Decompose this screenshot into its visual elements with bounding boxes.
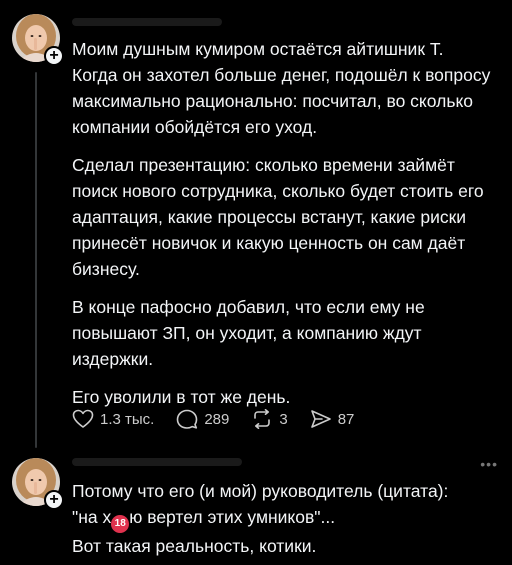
author-header <box>72 458 242 466</box>
repost-button[interactable]: 3 <box>251 409 288 429</box>
post-paragraph: Моим душным кумиром остаётся айтишник Т.… <box>72 39 491 137</box>
share-button[interactable]: 87 <box>310 409 355 429</box>
heart-icon <box>72 409 94 428</box>
follow-plus-icon[interactable]: + <box>44 46 64 66</box>
thread-line <box>35 72 37 448</box>
comment-icon <box>177 409 198 429</box>
post: + Моим душным кумиром остаётся айтишник … <box>0 0 512 456</box>
comment-count: 289 <box>204 410 230 428</box>
repost-count: 3 <box>279 410 288 428</box>
like-count: 1.3 тыс. <box>100 410 155 428</box>
post-line: "на х 18 ю вертел этих умников"... <box>72 504 500 533</box>
line-text: ю вертел этих умников"... <box>129 507 336 527</box>
more-icon[interactable]: ••• <box>480 456 498 472</box>
follow-plus-icon[interactable]: + <box>44 490 64 510</box>
share-count: 87 <box>337 410 355 428</box>
post-text: Потому что его (и мой) руководитель (цит… <box>72 478 500 559</box>
share-icon <box>310 410 331 428</box>
post-line: Потому что его (и мой) руководитель (цит… <box>72 481 449 501</box>
post-paragraph: Сделал презентацию: сколько времени займ… <box>72 155 484 279</box>
post-line: Вот такая реальность, котики. <box>72 536 317 556</box>
like-button[interactable]: 1.3 тыс. <box>72 409 154 429</box>
reply-post: + ••• Потому что его (и мой) руководител… <box>0 456 512 565</box>
line-text: "на х <box>72 507 112 527</box>
post-actions: 1.3 тыс. 289 3 87 <box>72 405 376 433</box>
post-text: Моим душным кумиром остаётся айтишник Т.… <box>72 36 500 422</box>
author-header <box>72 18 222 26</box>
post-paragraph: В конце пафосно добавил, что если ему не… <box>72 297 425 369</box>
no-under-18-emoji-icon: 18 <box>111 515 130 533</box>
repost-icon <box>254 409 271 429</box>
comment-button[interactable]: 289 <box>176 409 229 429</box>
